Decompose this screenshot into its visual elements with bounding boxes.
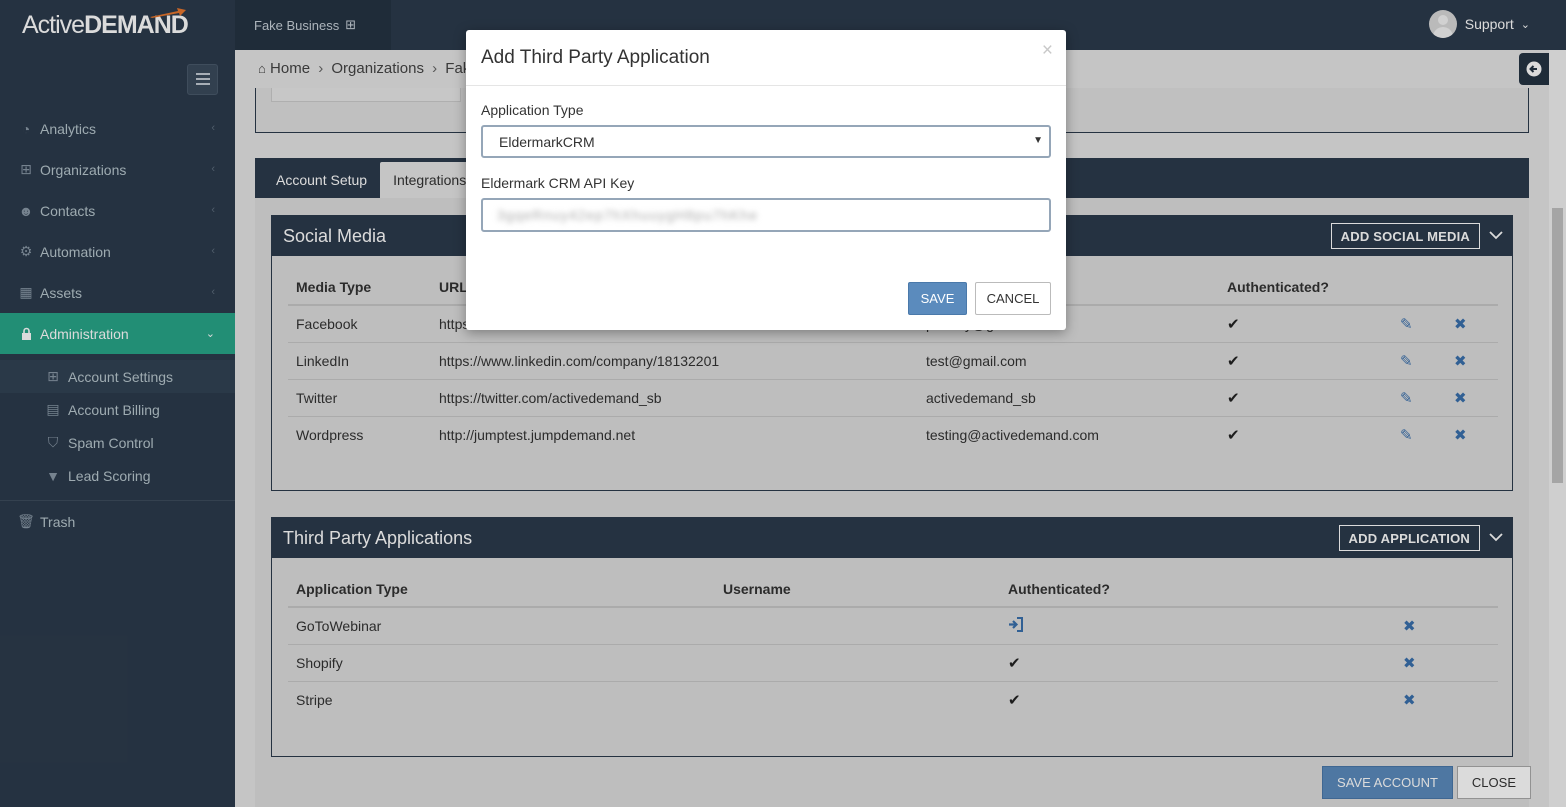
- close-icon[interactable]: ×: [1042, 40, 1053, 62]
- api-key-value: 3gqeRnuy42ep7hXhuuygH8pu7hKhe: [497, 207, 758, 223]
- add-third-party-application-modal: Add Third Party Application × Applicatio…: [466, 30, 1066, 330]
- api-key-input[interactable]: 3gqeRnuy42ep7hXhuuygH8pu7hKhe: [481, 198, 1051, 232]
- application-type-value: EldermarkCRM: [499, 133, 595, 150]
- modal-save-button[interactable]: SAVE: [908, 282, 967, 315]
- caret-down-icon: ▼: [1033, 135, 1043, 146]
- modal-title: Add Third Party Application: [481, 46, 710, 68]
- application-type-label: Application Type: [481, 102, 584, 118]
- application-type-select[interactable]: EldermarkCRM ▼: [481, 125, 1051, 158]
- api-key-label: Eldermark CRM API Key: [481, 175, 635, 191]
- modal-cancel-button[interactable]: CANCEL: [975, 282, 1051, 315]
